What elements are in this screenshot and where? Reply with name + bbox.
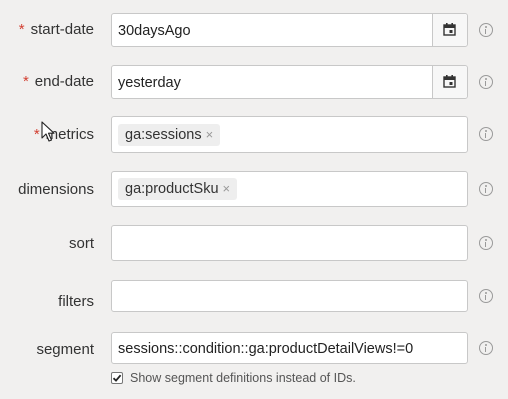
dimension-chip: ga:productSku × xyxy=(118,178,238,200)
sort-field[interactable] xyxy=(111,225,468,261)
segment-value[interactable]: sessions::condition::ga:productDetailVie… xyxy=(118,340,413,358)
remove-chip-icon[interactable]: × xyxy=(206,127,214,142)
segment-info-icon[interactable] xyxy=(479,341,493,355)
remove-chip-icon[interactable]: × xyxy=(223,181,231,196)
metric-chip: ga:sessions × xyxy=(118,124,221,146)
dimensions-field[interactable]: ga:productSku × xyxy=(111,171,468,207)
calendar-icon xyxy=(443,23,456,36)
end-date-field[interactable]: yesterday xyxy=(111,65,468,99)
start-date-field[interactable]: 30daysAgo xyxy=(111,13,468,47)
sort-label: sort xyxy=(68,235,94,252)
end-date-label: * end-date xyxy=(22,73,94,90)
start-date-label: * start-date xyxy=(18,21,94,38)
segment-field[interactable]: sessions::condition::ga:productDetailVie… xyxy=(111,332,468,364)
filters-label: filters xyxy=(58,293,94,310)
required-marker: * xyxy=(18,21,25,38)
metric-chip-label: ga:sessions xyxy=(125,127,202,143)
filters-info-icon[interactable] xyxy=(479,289,493,303)
end-date-value[interactable]: yesterday xyxy=(118,74,181,92)
dimension-chip-label: ga:productSku xyxy=(125,181,219,197)
metrics-field[interactable]: ga:sessions × xyxy=(111,116,468,153)
sort-info-icon[interactable] xyxy=(479,236,493,250)
show-segment-definitions-label[interactable]: Show segment definitions instead of IDs. xyxy=(130,371,356,385)
mouse-pointer-icon xyxy=(41,121,55,142)
dimensions-label: dimensions xyxy=(18,181,94,198)
required-marker: * xyxy=(22,73,29,90)
dimensions-info-icon[interactable] xyxy=(479,182,493,196)
checkmark-icon xyxy=(112,374,122,382)
start-date-calendar-button[interactable] xyxy=(432,14,467,46)
end-date-info-icon[interactable] xyxy=(479,75,493,89)
start-date-value[interactable]: 30daysAgo xyxy=(118,22,191,40)
metrics-info-icon[interactable] xyxy=(479,127,493,141)
start-date-info-icon[interactable] xyxy=(479,23,493,37)
calendar-icon xyxy=(443,75,456,88)
segment-label: segment xyxy=(36,341,94,358)
required-marker: * xyxy=(33,126,40,143)
end-date-calendar-button[interactable] xyxy=(432,66,467,98)
show-segment-definitions-checkbox[interactable] xyxy=(111,372,123,384)
filters-field[interactable] xyxy=(111,280,468,312)
